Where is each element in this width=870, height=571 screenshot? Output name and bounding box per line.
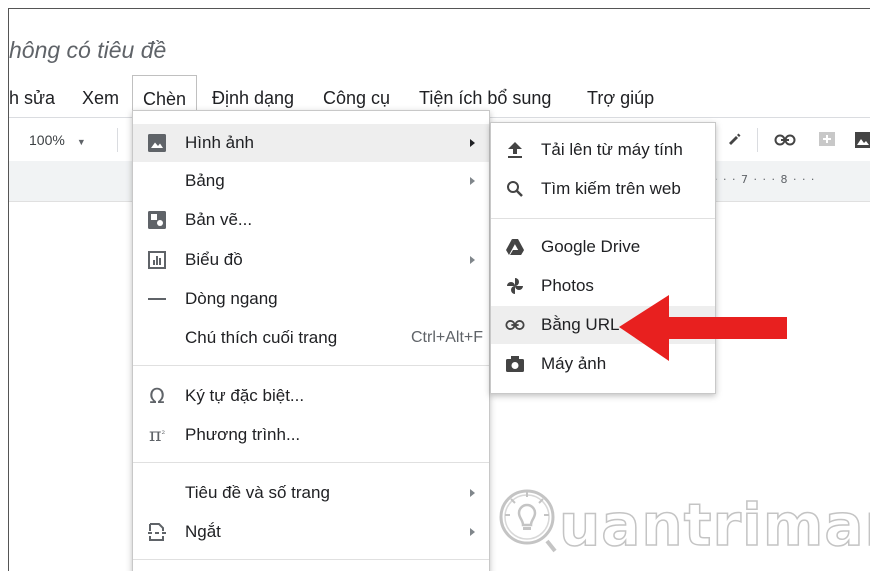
menu-item-label: Chú thích cuối trang [185,328,338,347]
menu-item-label: Phương trình... [185,425,301,444]
drawing-icon [147,210,167,230]
menu-item-label: Photos [541,276,594,295]
menu-item-footnote[interactable]: Chú thích cuối trang Ctrl+Alt+F [133,319,489,357]
docs-window: hông có tiêu đề h sửa Xem Chèn Định dạng… [8,8,870,571]
chevron-down-icon: ▼ [76,137,86,147]
upload-icon [505,140,525,160]
search-icon [505,179,525,199]
menu-item-label: Ngắt [185,522,221,541]
menu-tools[interactable]: Công cụ [323,75,390,115]
menu-divider [133,462,489,463]
red-pointer-arrow-icon [619,295,787,361]
menu-help[interactable]: Trợ giúp [587,75,654,115]
submenu-arrow-icon [470,489,475,497]
toolbar-divider [117,128,118,152]
submenu-arrow-icon [470,177,475,185]
menu-addons[interactable]: Tiện ích bổ sung [419,75,551,115]
menu-item-break[interactable]: Ngắt [133,513,489,551]
submenu-arrow-icon [470,256,475,264]
zoom-value: 100% [29,132,65,148]
menu-item-label: Tải lên từ máy tính [541,140,683,159]
menu-item-drawing[interactable]: Bản vẽ... [133,201,489,239]
insert-comment-icon[interactable] [815,128,839,152]
zoom-select[interactable]: 100% ▼ [29,118,109,162]
menu-item-chart[interactable]: Biểu đồ [133,241,489,279]
submenu-item-google-drive[interactable]: Google Drive [491,228,715,266]
watermark-text: uantrimang [558,490,870,560]
menu-view[interactable]: Xem [82,75,119,115]
menu-divider [133,365,489,366]
google-drive-icon [505,237,525,257]
camera-icon [505,354,525,374]
ruler-marks: · · · 7 · · · 8 · · · [714,173,816,186]
pi-icon: π² [148,424,166,446]
menu-format[interactable]: Định dạng [212,75,294,115]
horizontal-line-icon [147,289,167,309]
document-title[interactable]: hông có tiêu đề [9,37,166,64]
menu-item-image[interactable]: Hình ảnh [133,124,489,162]
menu-item-equation[interactable]: π² Phương trình... [133,416,489,454]
menu-item-label: Dòng ngang [185,289,278,308]
insert-image-icon[interactable] [851,128,870,152]
menu-item-label: Bảng [185,171,225,190]
menu-item-label: Biểu đồ [185,250,243,269]
image-icon [147,133,167,153]
submenu-item-search-web[interactable]: Tìm kiếm trên web [491,170,715,208]
lightbulb-logo-icon [499,489,557,553]
photos-icon [505,276,525,296]
insert-link-icon[interactable] [773,128,797,152]
submenu-arrow-icon [470,139,475,147]
menu-item-label: Bản vẽ... [185,210,253,229]
page-break-icon [147,522,167,542]
insert-menu-dropdown: Hình ảnh Bảng Bản vẽ... Biểu đồ Dòng nga… [132,110,490,571]
menu-divider [133,559,489,560]
toolbar-divider [757,128,758,152]
watermark: uantrimang [497,479,870,569]
menu-edit[interactable]: h sửa [9,75,55,115]
menu-item-headers-page-numbers[interactable]: Tiêu đề và số trang [133,474,489,512]
submenu-item-upload[interactable]: Tải lên từ máy tính [491,131,715,169]
menu-item-label: Tìm kiếm trên web [541,179,681,198]
link-icon [505,315,525,335]
chart-icon [147,250,167,270]
omega-icon: Ω [149,384,165,408]
submenu-arrow-icon [470,528,475,536]
menu-item-label: Ký tự đặc biệt... [185,386,305,405]
menu-divider [491,218,715,219]
menu-item-label: Google Drive [541,237,641,256]
menu-item-label: Bằng URL [541,315,620,334]
highlight-pen-icon[interactable] [722,128,746,152]
menu-item-special-characters[interactable]: Ω Ký tự đặc biệt... [133,377,489,415]
menu-item-table[interactable]: Bảng [133,162,489,200]
menu-item-label: Tiêu đề và số trang [185,483,330,502]
menu-item-label: Máy ảnh [541,354,607,373]
menu-item-horizontal-line[interactable]: Dòng ngang [133,280,489,318]
shortcut-label: Ctrl+Alt+F [410,329,483,346]
menu-item-label: Hình ảnh [185,133,254,152]
